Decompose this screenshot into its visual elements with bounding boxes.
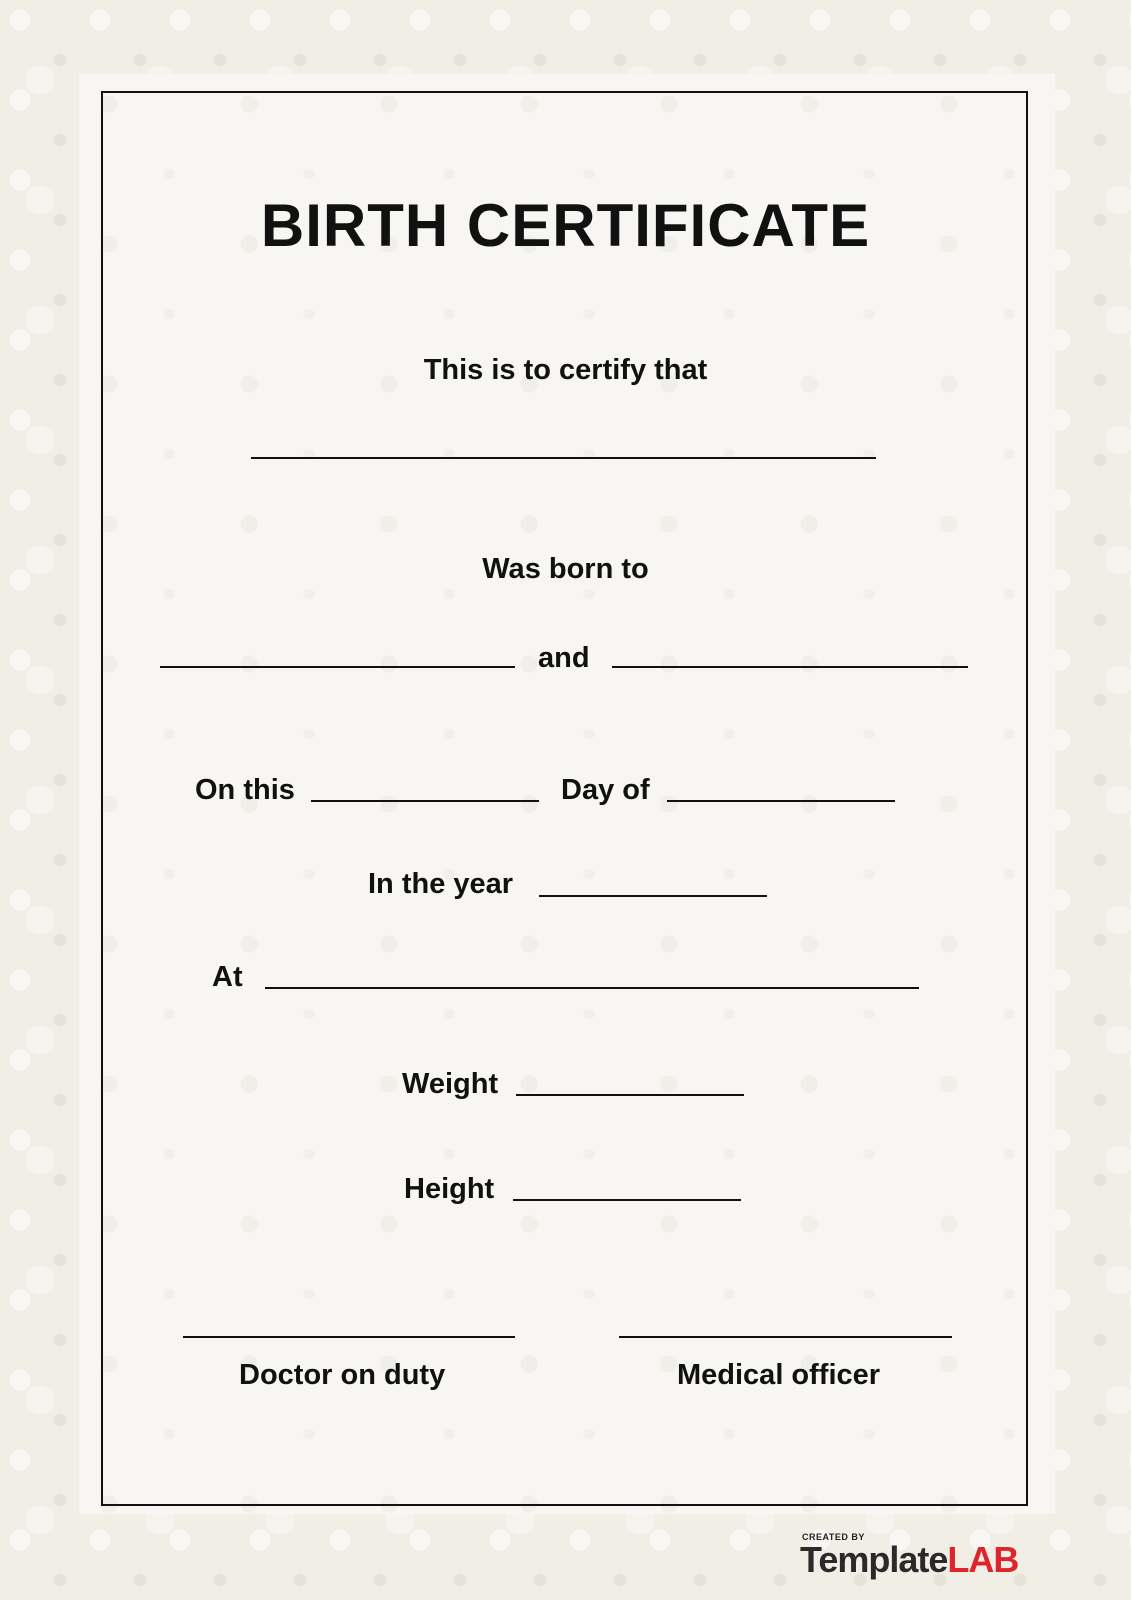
month-line[interactable]	[667, 800, 895, 802]
height-line[interactable]	[513, 1199, 741, 1201]
year-line[interactable]	[539, 895, 767, 897]
parent-two-line[interactable]	[612, 666, 968, 668]
doctor-on-duty-label: Doctor on duty	[239, 1359, 446, 1391]
child-name-line[interactable]	[251, 457, 876, 459]
year-label: In the year	[368, 868, 514, 900]
on-this-label: On this	[195, 774, 295, 806]
and-text: and	[538, 642, 590, 674]
certificate-title: BIRTH CERTIFICATE	[260, 192, 871, 259]
weight-label: Weight	[402, 1068, 499, 1100]
doctor-signature-line[interactable]	[183, 1336, 515, 1338]
templatelab-logo: CREATED BY TemplateLAB	[800, 1532, 1030, 1582]
at-label: At	[212, 961, 243, 993]
brand-name: TemplateLAB	[800, 1539, 1019, 1580]
certify-text: This is to certify that	[423, 354, 708, 386]
weight-line[interactable]	[516, 1094, 744, 1096]
parent-one-line[interactable]	[160, 666, 515, 668]
brand-name-part1: Template	[800, 1539, 948, 1580]
officer-signature-line[interactable]	[619, 1336, 952, 1338]
day-line[interactable]	[311, 800, 539, 802]
height-label: Height	[404, 1173, 495, 1205]
place-line[interactable]	[265, 987, 919, 989]
brand-name-part2: LAB	[947, 1539, 1019, 1580]
medical-officer-label: Medical officer	[677, 1359, 881, 1391]
day-of-label: Day of	[561, 774, 650, 806]
born-to-text: Was born to	[482, 553, 649, 585]
